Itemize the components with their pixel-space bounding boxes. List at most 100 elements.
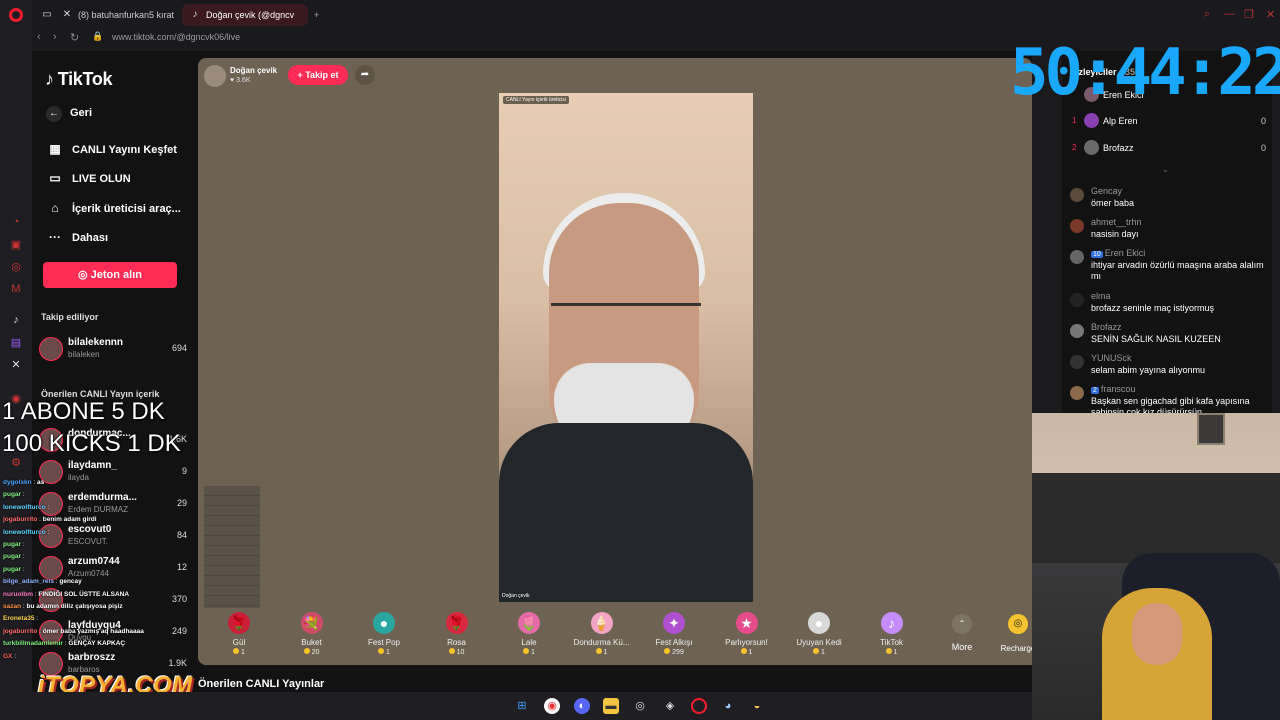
kick-chat-text: bu adamın diliz çalışıyosa pişiz (26, 603, 123, 610)
stream-timer: 50:44:22 (1010, 36, 1280, 110)
host-likes: ♥ 3.6K (230, 77, 251, 84)
nav-label: LIVE OLUN (72, 173, 131, 185)
gift-item[interactable]: 🌷 Lale 1 (498, 612, 560, 656)
creator-count: 12 (176, 562, 187, 572)
suggested-live-title: Önerilen CANLI Yayınlar (198, 678, 325, 690)
tab-tiktok-live[interactable]: ♪ Doğan çevik (@dgncv (182, 4, 308, 26)
coin-icon (523, 648, 530, 654)
kick-chat-line: jogaburrito : ömer baba yazmış aq haadha… (3, 628, 144, 635)
gift-item[interactable]: 💐 Buket 20 (281, 612, 343, 656)
tiktok-sidebar-icon[interactable]: ♪ (9, 313, 23, 327)
creator-item[interactable]: bilalekennn bilaleken 694 (39, 335, 187, 363)
gift-price: 1 (861, 648, 923, 656)
chat-user[interactable]: 2 franscou (1091, 384, 1135, 394)
chat-text: brofazz seninle maç istiyormuş (1091, 303, 1215, 313)
chat-user[interactable]: elma (1091, 291, 1111, 301)
maximize-icon[interactable]: ❐ (1244, 8, 1254, 21)
kick-chat-separator: : (45, 528, 50, 536)
game-icon[interactable]: ◒ (749, 698, 765, 714)
app-icon[interactable]: ◈ (662, 698, 678, 714)
chat-user[interactable]: Gencay (1091, 186, 1122, 196)
minimize-icon[interactable]: — (1224, 8, 1235, 20)
folder-icon[interactable]: ▬ (603, 698, 619, 714)
nav-creator-tools[interactable]: ⌂ İçerik üreticisi araç... (46, 201, 180, 215)
avatar (1070, 355, 1084, 369)
nav-explore-live[interactable]: ▦ CANLI Yayını Keşfet (46, 142, 177, 156)
kick-chat-line: turkbillmadamlemir : GENÇAY KAPKAÇ (3, 640, 125, 647)
opera-logo-icon[interactable] (9, 8, 23, 22)
chat-user[interactable]: ahmet__trhn (1091, 217, 1142, 227)
video-figure-glasses (551, 303, 701, 323)
gift-item[interactable]: ★ Parlıyorsun! 1 (716, 612, 778, 656)
gift-item[interactable]: 🌹 Gül 1 (208, 612, 270, 656)
follow-button[interactable]: + Takip et (288, 65, 348, 85)
tab-bar: ▭ ✕ (8) batuhanfurkan5 kırat ♪ Doğan çev… (32, 0, 1280, 29)
forward-arrow-icon[interactable]: › (53, 31, 57, 43)
search-icon[interactable]: ⌕ (1204, 8, 1210, 21)
creator-sub: bilaleken (68, 350, 100, 359)
gift-item[interactable]: 🌹 Rosa 10 (426, 612, 488, 656)
chrome-icon[interactable]: ◉ (544, 698, 560, 714)
creator-item[interactable]: erdemdurma... Erdem DURMAZ 29 (39, 490, 187, 518)
chat-user[interactable]: YUNUSck (1091, 353, 1132, 363)
tab-workspace[interactable]: ▭ (34, 4, 52, 26)
creator-count: 694 (171, 343, 187, 353)
chat-user[interactable]: 10 Eren Ekici (1091, 248, 1145, 258)
opera-taskbar-icon[interactable] (691, 698, 707, 714)
kick-chat-user: dygolskn (3, 479, 32, 486)
gift-price-value: 1 (603, 649, 608, 656)
gift-item[interactable]: ♪ TikTok 1 (861, 612, 923, 656)
m-icon[interactable]: M (9, 282, 23, 296)
share-icon[interactable]: ➦ (355, 65, 375, 85)
steam-icon[interactable]: ◕ (720, 698, 736, 714)
gift-item[interactable]: 🍦 Dondurma Kü... 1 (571, 612, 633, 656)
close-icon[interactable]: ✕ (1266, 8, 1275, 21)
x-sidebar-icon[interactable]: ✕ (9, 358, 23, 372)
obs-icon[interactable]: ◎ (632, 698, 648, 714)
host-name: Doğan çevik (230, 66, 278, 75)
chat-text: Başkan sen gigachad gibi kafa yapısına s… (1091, 396, 1250, 413)
browser-sidebar: ◔ ▣ ◎ M ♪ ▤ ✕ ◉ ⚙ (0, 0, 32, 692)
get-coins-button[interactable]: ◎ Jeton alın (43, 262, 177, 288)
gift-price-value: 10 (456, 649, 465, 656)
history-icon[interactable]: ◔ (9, 215, 23, 229)
home-icon: ⌂ (51, 201, 59, 215)
chat-user[interactable]: Brofazz (1091, 322, 1122, 332)
rank-value: 0 (1260, 143, 1266, 153)
messenger-icon[interactable]: ◎ (9, 260, 23, 274)
creator-item[interactable]: escovut0 ESCOVUT. 84 (39, 522, 187, 550)
live-video[interactable]: CANLI Yayın içerik üreticisi Doğan çevik (499, 93, 753, 602)
new-tab-button[interactable]: + (310, 4, 326, 26)
nav-go-live[interactable]: ▭ LIVE OLUN (46, 171, 131, 185)
settings-sidebar-icon[interactable]: ⚙ (9, 456, 23, 470)
coin-icon (448, 648, 455, 654)
back-link[interactable]: ← Geri (46, 106, 92, 122)
host-info[interactable]: Doğan çevik ♥ 3.6K + Takip et ➦ (204, 64, 375, 88)
more-gifts-button[interactable]: ⌃ More (944, 614, 980, 652)
discord-icon[interactable]: ◐ (574, 698, 590, 714)
creator-name: barbroszz (68, 652, 116, 663)
url-field[interactable]: www.tiktok.com/@dgncvk06/live (112, 32, 240, 42)
back-arrow-icon[interactable]: ‹ (37, 31, 41, 43)
nav-more[interactable]: ··· Dahası (46, 230, 108, 244)
expand-chevron-icon[interactable]: ⌄ (1162, 165, 1169, 174)
host-avatar[interactable] (204, 65, 226, 87)
gift-item[interactable]: ● Fest Pop 1 (353, 612, 415, 656)
twitch-icon[interactable]: ▤ (9, 336, 23, 350)
gift-item[interactable]: ✦ Fest Alkışı 299 (643, 612, 705, 656)
gift-item[interactable]: ● Uyuyan Kedi 1 (788, 612, 850, 656)
tiktok-logo[interactable]: ♪ TikTok (45, 69, 113, 90)
kick-chat-text: gencay (59, 578, 82, 586)
bag-icon[interactable]: ▣ (9, 238, 23, 252)
gift-price-value: 1 (241, 649, 245, 656)
avatar (39, 337, 63, 361)
rank-row[interactable]: 1 Alp Eren 0 (1070, 112, 1266, 130)
gift-name: Lale (521, 638, 537, 647)
tab-x[interactable]: ✕ (8) batuhanfurkan5 kırat (54, 4, 180, 26)
gift-price-value: 1 (531, 649, 535, 656)
workspace-icon: ▭ (42, 9, 52, 20)
windows-start-icon[interactable]: ⊞ (514, 698, 530, 714)
creator-item[interactable]: ilaydamn_ ilayda 9 (39, 458, 187, 486)
reload-icon[interactable]: ↻ (70, 31, 79, 44)
rank-row[interactable]: 2 Brofazz 0 (1070, 139, 1266, 157)
